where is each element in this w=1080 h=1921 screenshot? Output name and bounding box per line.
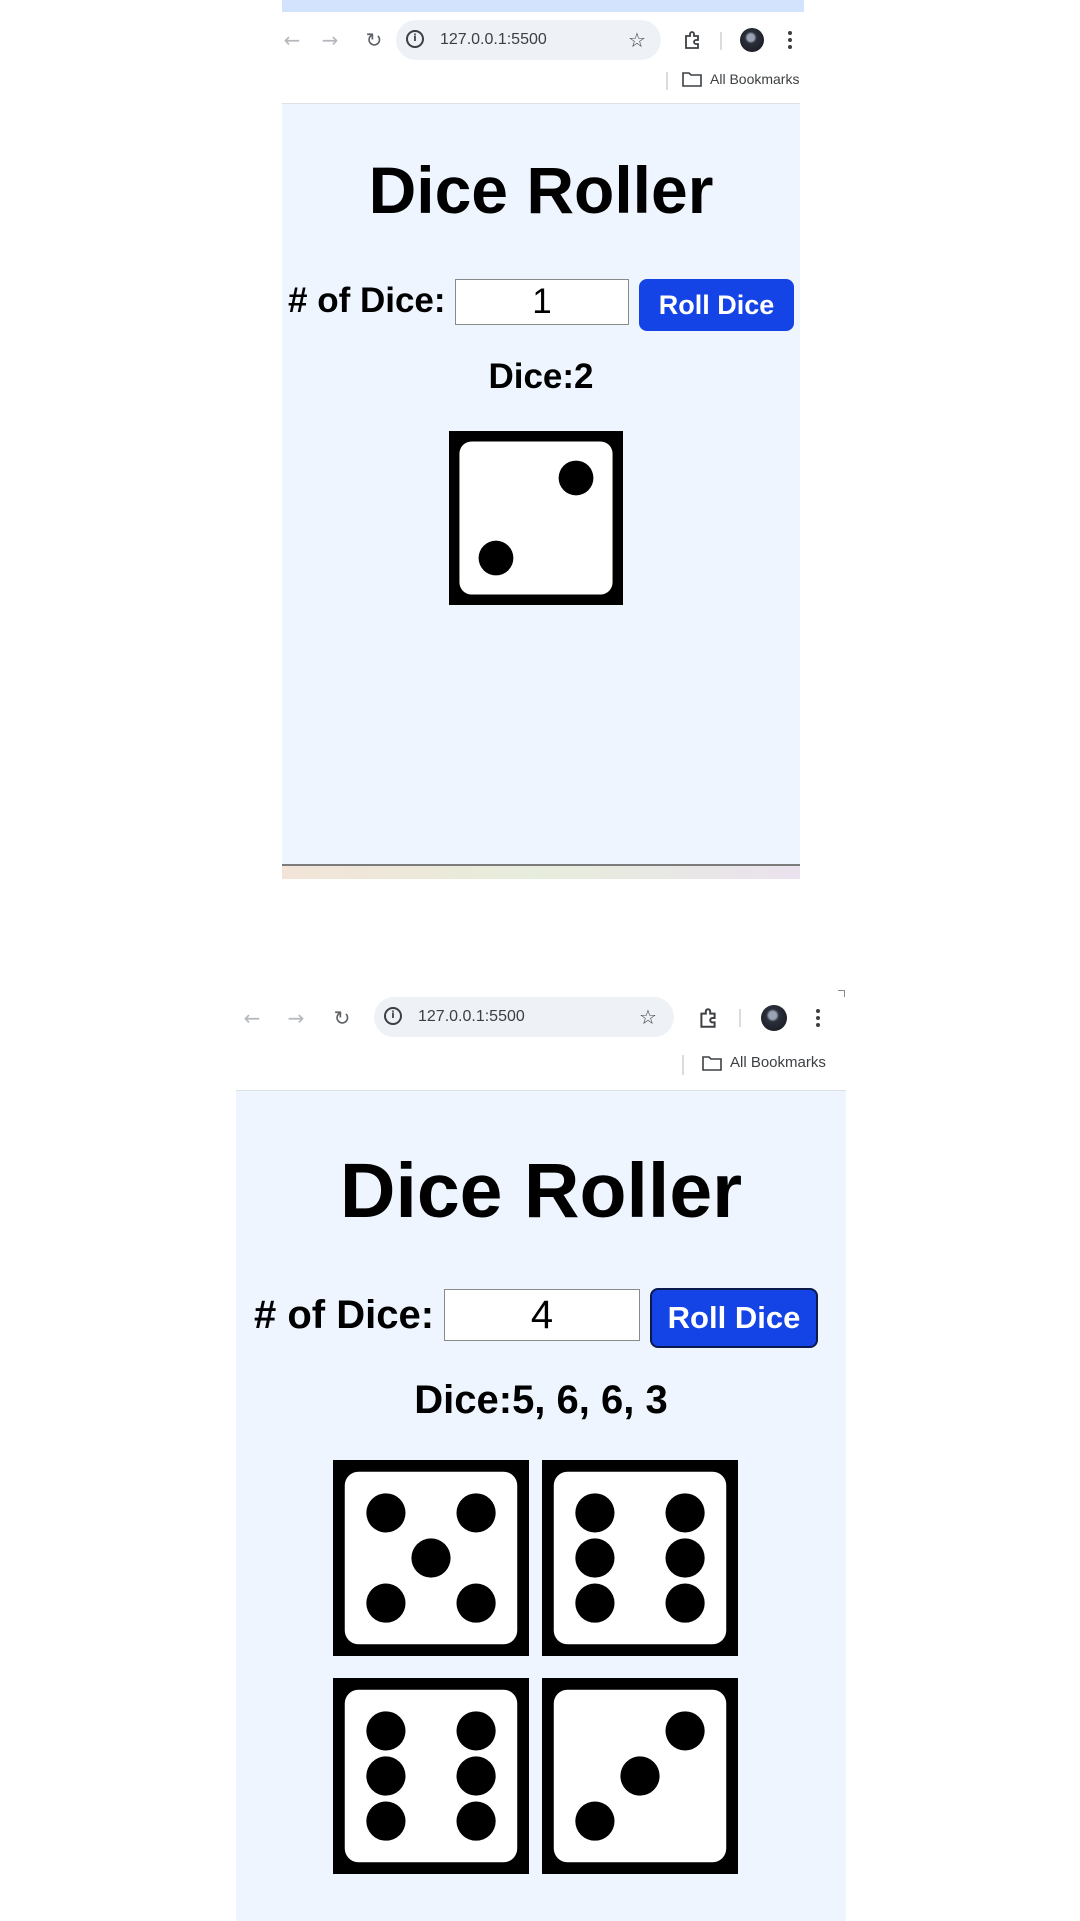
die-pip xyxy=(558,460,594,496)
all-bookmarks[interactable]: All Bookmarks xyxy=(702,1054,826,1071)
star-icon[interactable]: ☆ xyxy=(628,997,668,1037)
url-text[interactable]: 127.0.0.1:5500 xyxy=(440,20,547,60)
toolbar-divider xyxy=(720,32,722,50)
browser-toolbar: ← → ↻ i 127.0.0.1:5500 ☆ xyxy=(236,990,846,1046)
info-icon[interactable]: i xyxy=(384,1007,402,1025)
die-pip xyxy=(665,1538,705,1578)
dice-count-label: # of Dice: xyxy=(254,1293,435,1337)
url-text[interactable]: 127.0.0.1:5500 xyxy=(418,997,525,1037)
die-face xyxy=(333,1460,529,1656)
die-pip xyxy=(411,1538,451,1578)
page-content: Dice Roller # of Dice: Roll Dice Dice:5,… xyxy=(236,1090,846,1921)
folder-icon xyxy=(702,1055,722,1071)
reload-icon[interactable]: ↻ xyxy=(358,12,390,68)
dice-count-input[interactable] xyxy=(455,279,629,325)
dice-result-text: Dice:5, 6, 6, 3 xyxy=(414,1378,668,1422)
extensions-icon[interactable] xyxy=(692,1002,724,1034)
browser-toolbar: ← → ↻ i 127.0.0.1:5500 ☆ xyxy=(276,12,806,68)
bookmarks-label: All Bookmarks xyxy=(710,71,800,87)
window-bottom-edge xyxy=(282,864,800,879)
die-pip xyxy=(366,1801,406,1841)
die-face xyxy=(542,1460,738,1656)
page-title: Dice Roller xyxy=(339,1148,743,1234)
dice-result-text: Dice:2 xyxy=(488,357,594,396)
tab-strip xyxy=(282,0,804,12)
back-arrow-icon[interactable]: ← xyxy=(276,12,308,68)
bookmarks-label: All Bookmarks xyxy=(730,1054,826,1071)
dice-count-input[interactable] xyxy=(444,1289,640,1341)
profile-avatar[interactable] xyxy=(740,28,764,52)
dice-count-label: # of Dice: xyxy=(288,281,446,320)
all-bookmarks[interactable]: All Bookmarks xyxy=(682,71,799,87)
profile-avatar[interactable] xyxy=(761,1005,787,1031)
die-face xyxy=(542,1678,738,1874)
die-pip xyxy=(366,1493,406,1533)
die-pip xyxy=(575,1538,615,1578)
roll-dice-button[interactable]: Roll Dice xyxy=(639,279,794,331)
die-pip xyxy=(665,1583,705,1623)
die-face xyxy=(333,1678,529,1874)
bookmarks-divider xyxy=(666,72,668,90)
die-pip xyxy=(575,1493,615,1533)
more-menu-icon[interactable] xyxy=(774,24,806,56)
toolbar-divider xyxy=(739,1009,741,1027)
die-pip xyxy=(366,1711,406,1751)
folder-icon xyxy=(682,72,702,87)
die-pip xyxy=(366,1756,406,1796)
die-pip xyxy=(456,1493,496,1533)
info-icon[interactable]: i xyxy=(406,30,424,48)
address-bar[interactable]: i 127.0.0.1:5500 ☆ xyxy=(396,20,661,60)
die-pip xyxy=(456,1801,496,1841)
die-pip xyxy=(620,1756,660,1796)
die-face xyxy=(449,431,623,605)
reload-icon[interactable]: ↻ xyxy=(326,990,358,1046)
forward-arrow-icon[interactable]: → xyxy=(280,990,312,1046)
back-arrow-icon[interactable]: ← xyxy=(236,990,268,1046)
die-pip xyxy=(456,1756,496,1796)
die-pip xyxy=(366,1583,406,1623)
bookmarks-divider xyxy=(682,1055,684,1075)
page-content: Dice Roller # of Dice: Roll Dice Dice:2 xyxy=(282,103,800,865)
forward-arrow-icon[interactable]: → xyxy=(314,12,346,68)
die-pip xyxy=(665,1711,705,1751)
page-title: Dice Roller xyxy=(368,153,714,227)
die-pip xyxy=(456,1583,496,1623)
die-pip xyxy=(575,1583,615,1623)
extensions-icon[interactable] xyxy=(676,24,708,56)
die-pip xyxy=(456,1711,496,1751)
corner-mark xyxy=(838,990,845,997)
roll-dice-button[interactable]: Roll Dice xyxy=(650,1288,818,1348)
die-pip xyxy=(575,1801,615,1841)
address-bar[interactable]: i 127.0.0.1:5500 ☆ xyxy=(374,997,674,1037)
more-menu-icon[interactable] xyxy=(802,1002,834,1034)
star-icon[interactable]: ☆ xyxy=(617,20,657,60)
die-pip xyxy=(478,540,514,576)
die-pip xyxy=(665,1493,705,1533)
